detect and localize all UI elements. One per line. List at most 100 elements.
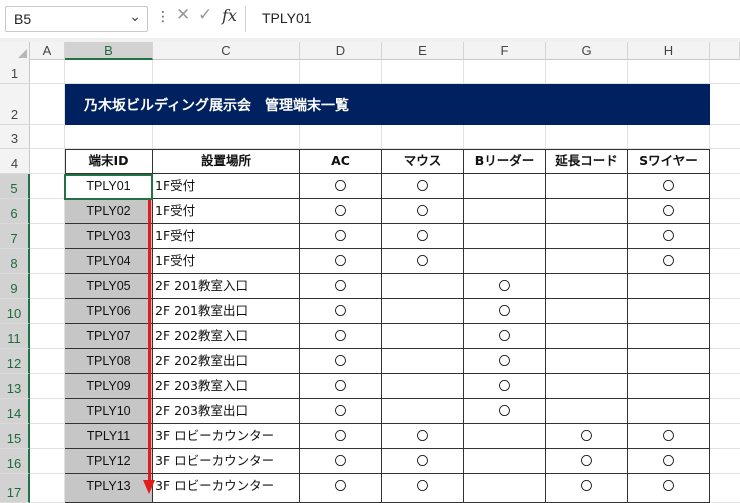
equipment-mark-cell[interactable]: 〇 bbox=[546, 449, 628, 474]
column-header-f[interactable]: F bbox=[464, 42, 546, 60]
column-header-c[interactable]: C bbox=[153, 42, 300, 60]
equipment-mark-cell[interactable] bbox=[382, 374, 464, 399]
equipment-mark-cell[interactable] bbox=[546, 249, 628, 274]
equipment-mark-cell[interactable]: 〇 bbox=[382, 424, 464, 449]
equipment-mark-cell[interactable]: 〇 bbox=[464, 324, 546, 349]
equipment-mark-cell[interactable] bbox=[464, 249, 546, 274]
table-header-cell[interactable]: AC bbox=[300, 149, 382, 174]
device-id-cell[interactable]: TPLY13 bbox=[65, 474, 153, 503]
equipment-mark-cell[interactable]: 〇 bbox=[464, 399, 546, 424]
device-id-cell[interactable]: TPLY02 bbox=[65, 199, 153, 224]
column-header-a[interactable]: A bbox=[30, 42, 65, 60]
table-header-cell[interactable]: Sワイヤー bbox=[628, 149, 710, 174]
row-header-4[interactable]: 4 bbox=[0, 149, 30, 174]
chevron-down-icon[interactable]: ⌄ bbox=[129, 9, 141, 25]
equipment-mark-cell[interactable]: 〇 bbox=[628, 449, 710, 474]
equipment-mark-cell[interactable]: 〇 bbox=[628, 424, 710, 449]
equipment-mark-cell[interactable] bbox=[628, 299, 710, 324]
equipment-mark-cell[interactable] bbox=[546, 199, 628, 224]
insert-function-icon[interactable]: fx bbox=[222, 6, 237, 25]
row-header-16[interactable]: 16 bbox=[0, 449, 30, 474]
equipment-mark-cell[interactable] bbox=[464, 224, 546, 249]
location-cell[interactable]: 2F 201教室入口 bbox=[153, 274, 300, 299]
equipment-mark-cell[interactable] bbox=[382, 274, 464, 299]
column-header-overflow[interactable] bbox=[710, 42, 740, 60]
equipment-mark-cell[interactable] bbox=[546, 374, 628, 399]
row-header-6[interactable]: 6 bbox=[0, 199, 30, 224]
device-id-cell[interactable]: TPLY05 bbox=[65, 274, 153, 299]
location-cell[interactable]: 2F 201教室出口 bbox=[153, 299, 300, 324]
equipment-mark-cell[interactable]: 〇 bbox=[464, 274, 546, 299]
row-header-15[interactable]: 15 bbox=[0, 424, 30, 449]
more-options-icon[interactable]: ⋮ bbox=[156, 9, 170, 25]
device-id-cell[interactable]: TPLY10 bbox=[65, 399, 153, 424]
row-header-5[interactable]: 5 bbox=[0, 174, 30, 199]
device-id-cell[interactable]: TPLY03 bbox=[65, 224, 153, 249]
table-header-cell[interactable]: Bリーダー bbox=[464, 149, 546, 174]
row-header-1[interactable]: 1 bbox=[0, 60, 30, 84]
equipment-mark-cell[interactable] bbox=[382, 299, 464, 324]
row-header-9[interactable]: 9 bbox=[0, 274, 30, 299]
equipment-mark-cell[interactable]: 〇 bbox=[382, 199, 464, 224]
equipment-mark-cell[interactable]: 〇 bbox=[464, 374, 546, 399]
row-header-12[interactable]: 12 bbox=[0, 349, 30, 374]
column-header-h[interactable]: H bbox=[628, 42, 710, 60]
table-header-cell[interactable]: 端末ID bbox=[65, 149, 153, 174]
equipment-mark-cell[interactable]: 〇 bbox=[628, 199, 710, 224]
equipment-mark-cell[interactable] bbox=[382, 399, 464, 424]
device-id-cell[interactable]: TPLY04 bbox=[65, 249, 153, 274]
equipment-mark-cell[interactable] bbox=[546, 274, 628, 299]
device-id-cell[interactable]: TPLY08 bbox=[65, 349, 153, 374]
equipment-mark-cell[interactable] bbox=[628, 374, 710, 399]
equipment-mark-cell[interactable]: 〇 bbox=[628, 224, 710, 249]
active-cell-border[interactable] bbox=[64, 174, 153, 200]
column-header-b[interactable]: B bbox=[65, 42, 153, 60]
name-box[interactable]: B5 ⌄ bbox=[5, 6, 148, 32]
title-banner[interactable]: 乃木坂ビルディング展示会 管理端末一覧 bbox=[65, 84, 710, 125]
equipment-mark-cell[interactable] bbox=[546, 174, 628, 199]
equipment-mark-cell[interactable]: 〇 bbox=[300, 224, 382, 249]
equipment-mark-cell[interactable] bbox=[546, 299, 628, 324]
row-header-14[interactable]: 14 bbox=[0, 399, 30, 424]
equipment-mark-cell[interactable] bbox=[628, 399, 710, 424]
table-header-cell[interactable]: 延長コード bbox=[546, 149, 628, 174]
row-header-13[interactable]: 13 bbox=[0, 374, 30, 399]
table-header-cell[interactable]: マウス bbox=[382, 149, 464, 174]
equipment-mark-cell[interactable]: 〇 bbox=[382, 249, 464, 274]
equipment-mark-cell[interactable]: 〇 bbox=[546, 474, 628, 503]
location-cell[interactable]: 1F受付 bbox=[153, 174, 300, 199]
equipment-mark-cell[interactable]: 〇 bbox=[300, 349, 382, 374]
equipment-mark-cell[interactable]: 〇 bbox=[382, 224, 464, 249]
location-cell[interactable]: 1F受付 bbox=[153, 249, 300, 274]
location-cell[interactable]: 1F受付 bbox=[153, 224, 300, 249]
equipment-mark-cell[interactable]: 〇 bbox=[382, 449, 464, 474]
row-header-2[interactable]: 2 bbox=[0, 84, 30, 125]
location-cell[interactable]: 2F 202教室出口 bbox=[153, 349, 300, 374]
select-all-corner[interactable] bbox=[0, 42, 30, 60]
row-header-8[interactable]: 8 bbox=[0, 249, 30, 274]
location-cell[interactable]: 2F 202教室入口 bbox=[153, 324, 300, 349]
equipment-mark-cell[interactable] bbox=[464, 474, 546, 503]
equipment-mark-cell[interactable]: 〇 bbox=[300, 324, 382, 349]
location-cell[interactable]: 3F ロビーカウンター bbox=[153, 449, 300, 474]
equipment-mark-cell[interactable] bbox=[382, 349, 464, 374]
equipment-mark-cell[interactable] bbox=[546, 224, 628, 249]
device-id-cell[interactable]: TPLY12 bbox=[65, 449, 153, 474]
equipment-mark-cell[interactable]: 〇 bbox=[300, 474, 382, 503]
equipment-mark-cell[interactable] bbox=[464, 449, 546, 474]
equipment-mark-cell[interactable]: 〇 bbox=[300, 399, 382, 424]
equipment-mark-cell[interactable]: 〇 bbox=[464, 349, 546, 374]
device-id-cell[interactable]: TPLY09 bbox=[65, 374, 153, 399]
equipment-mark-cell[interactable]: 〇 bbox=[628, 474, 710, 503]
equipment-mark-cell[interactable] bbox=[464, 174, 546, 199]
equipment-mark-cell[interactable]: 〇 bbox=[464, 299, 546, 324]
equipment-mark-cell[interactable] bbox=[464, 199, 546, 224]
device-id-cell[interactable]: TPLY07 bbox=[65, 324, 153, 349]
table-header-cell[interactable]: 設置場所 bbox=[153, 149, 300, 174]
equipment-mark-cell[interactable] bbox=[628, 274, 710, 299]
enter-check-icon[interactable]: ✓ bbox=[198, 5, 212, 25]
row-header-17[interactable]: 17 bbox=[0, 474, 30, 503]
equipment-mark-cell[interactable]: 〇 bbox=[300, 424, 382, 449]
row-header-10[interactable]: 10 bbox=[0, 299, 30, 324]
row-header-7[interactable]: 7 bbox=[0, 224, 30, 249]
